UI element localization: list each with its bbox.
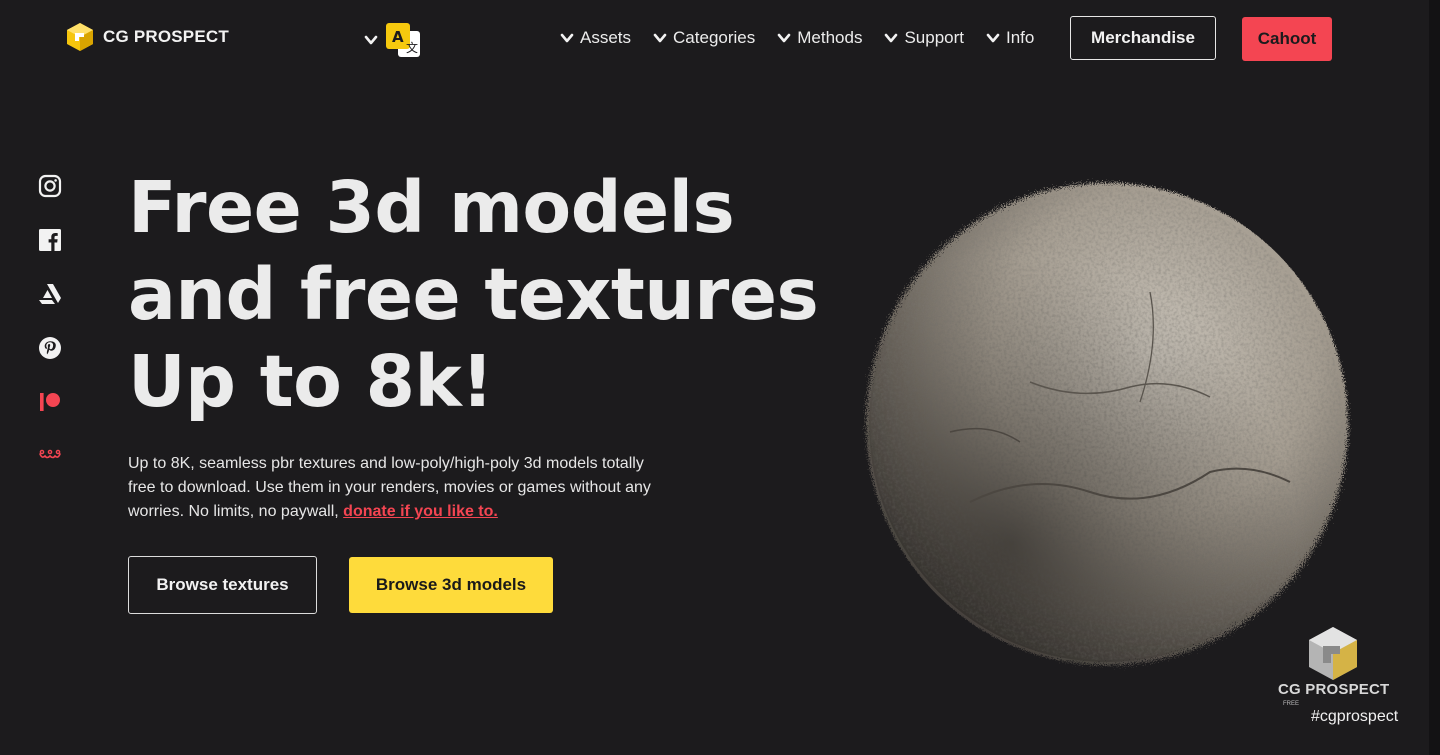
hero-title-line: and free textures <box>128 253 819 336</box>
hero-title-line: Free 3d models <box>128 166 735 249</box>
hashtag-text: #cgprospect <box>1311 708 1399 725</box>
browse-3d-models-button[interactable]: Browse 3d models <box>349 557 553 613</box>
facebook-icon[interactable] <box>38 228 62 252</box>
nav-assets[interactable]: Assets <box>560 28 631 48</box>
patreon-icon[interactable] <box>38 390 62 414</box>
hero-title-line: Up to 8k! <box>128 340 494 423</box>
hero-title: Free 3d models and free textures Up to 8… <box>128 164 819 425</box>
svg-text:A: A <box>392 28 404 46</box>
cube-logo-icon <box>1309 627 1357 680</box>
hero-description: Up to 8K, seamless pbr textures and low-… <box>128 452 668 524</box>
scrollbar[interactable] <box>1429 0 1440 755</box>
chevron-down-icon <box>653 33 667 43</box>
watermark-sub: FREE <box>1283 701 1300 707</box>
translate-icon: A 文 <box>386 23 420 57</box>
site-logo[interactable]: CG PROSPECT <box>66 22 229 52</box>
chevron-down-icon <box>560 33 574 43</box>
nav-label: Assets <box>580 28 632 47</box>
instagram-icon[interactable] <box>38 174 62 198</box>
nav-label: Support <box>904 28 964 47</box>
chevron-down-icon <box>777 33 791 43</box>
nav-methods[interactable]: Methods <box>777 28 862 48</box>
artstation-icon[interactable] <box>38 282 62 306</box>
texture-sphere-image <box>866 183 1348 665</box>
nav-categories[interactable]: Categories <box>653 28 755 48</box>
nav-label: Info <box>1006 28 1035 47</box>
nav-support[interactable]: Support <box>884 28 964 48</box>
nav-label: Methods <box>797 28 863 47</box>
chevron-down-icon <box>885 33 898 43</box>
kofi-icon[interactable] <box>38 444 62 468</box>
logo-text: CG PROSPECT <box>103 27 229 46</box>
cube-logo-icon <box>67 23 93 51</box>
social-links <box>38 174 62 468</box>
chevron-down-icon <box>364 35 378 45</box>
browse-textures-button[interactable]: Browse textures <box>128 556 317 614</box>
svg-text:文: 文 <box>406 40 418 55</box>
merchandise-button[interactable]: Merchandise <box>1070 16 1216 60</box>
nav-label: Categories <box>673 28 756 47</box>
cahoot-button[interactable]: Cahoot <box>1242 17 1332 61</box>
pinterest-icon[interactable] <box>38 336 62 360</box>
nav-info[interactable]: Info <box>986 28 1034 48</box>
language-selector[interactable]: A 文 <box>364 22 422 58</box>
watermark-brand: CG PROSPECT <box>1278 681 1390 698</box>
chevron-down-icon <box>986 33 1000 43</box>
main-nav: Assets Categories Methods Support Info <box>560 28 1034 48</box>
donate-link[interactable]: donate if you like to. <box>343 503 498 520</box>
